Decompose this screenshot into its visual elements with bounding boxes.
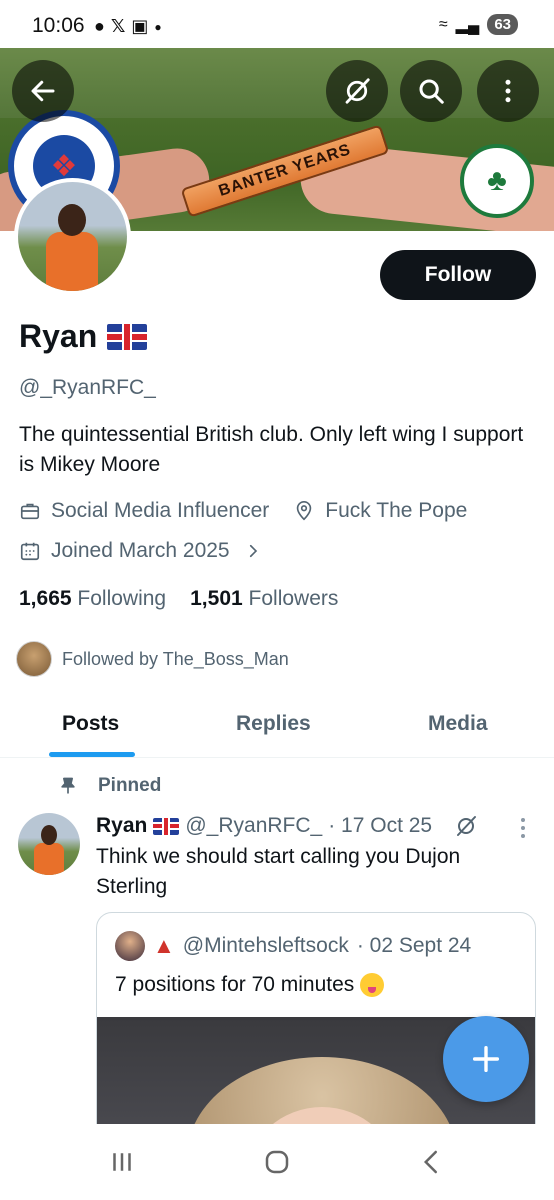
more-vertical-icon xyxy=(505,79,511,103)
compose-post-button[interactable] xyxy=(443,1016,529,1102)
profile-tabs: Posts Replies Media xyxy=(0,690,554,758)
post-author-name[interactable]: Ryan xyxy=(96,814,147,838)
signal-icon: ▂▄ xyxy=(455,16,480,34)
plus-icon xyxy=(472,1045,500,1073)
quoted-author-handle: @Mintehsleftsock xyxy=(182,934,349,957)
followed-by-row[interactable]: Followed by The_Boss_Man xyxy=(16,641,289,677)
profile-location: Fuck The Pope xyxy=(325,499,468,522)
dot-icon: ● xyxy=(154,19,162,34)
profile-joined: Joined March 2025 xyxy=(51,539,230,562)
tab-media[interactable]: Media xyxy=(428,712,488,736)
pinned-label-row: Pinned xyxy=(58,775,161,797)
status-bar: 10:06 ● 𝕏 ▣ ● ≈ ▂▄ 63 xyxy=(0,0,554,48)
back-arrow-icon xyxy=(31,80,55,102)
profile-avatar[interactable] xyxy=(14,178,131,295)
celtic-crest-logo: ♣ xyxy=(460,144,534,218)
post-author-handle[interactable]: @_RyanRFC_ xyxy=(185,814,322,838)
tower-emoji-icon: ▲ xyxy=(153,933,175,958)
followers-label: Followers xyxy=(248,587,339,610)
tab-posts[interactable]: Posts xyxy=(62,712,119,736)
followed-by-text: Followed by The_Boss_Man xyxy=(62,648,289,669)
quoted-post-text-row: 7 positions for 70 minutes xyxy=(115,973,385,997)
banner-background xyxy=(0,48,554,118)
grok-button[interactable] xyxy=(326,60,388,122)
profile-meta-row: Social Media Influencer Fuck The Pope xyxy=(19,499,467,523)
followers-link[interactable]: 1,501 Followers xyxy=(190,587,338,611)
pinned-label: Pinned xyxy=(98,775,162,796)
chevron-right-icon xyxy=(249,544,257,558)
profile-name: Ryan xyxy=(19,318,148,355)
home-button[interactable] xyxy=(257,1142,297,1182)
following-link[interactable]: 1,665 Following xyxy=(19,587,166,611)
display-name: Ryan xyxy=(19,318,98,354)
system-navigation-bar xyxy=(0,1124,554,1200)
battery-indicator: 63 xyxy=(487,14,518,35)
briefcase-icon xyxy=(20,503,40,520)
follow-counts: 1,665 Following 1,501 Followers xyxy=(19,587,338,611)
active-tab-indicator xyxy=(49,752,135,757)
post-date: · 17 Oct 25 xyxy=(328,814,433,837)
following-count: 1,665 xyxy=(19,587,72,610)
back-button[interactable] xyxy=(12,60,74,122)
follow-button[interactable]: Follow xyxy=(380,250,536,300)
avatar-image xyxy=(18,182,127,291)
message-icon: ● xyxy=(94,16,105,36)
screenshot-icon: ▣ xyxy=(131,16,149,36)
post-header: Ryan @_RyanRFC_ · 17 Oct 25 xyxy=(96,814,478,838)
quoted-post-date: · 02 Sept 24 xyxy=(356,934,472,957)
calendar-icon xyxy=(20,542,40,561)
quoted-post-text: 7 positions for 70 minutes xyxy=(115,973,355,996)
pin-icon xyxy=(61,777,75,794)
profile-handle: @_RyanRFC_ xyxy=(19,376,156,399)
post-author-avatar[interactable] xyxy=(18,813,80,875)
followers-count: 1,501 xyxy=(190,587,243,610)
uk-flag-icon xyxy=(107,323,148,350)
more-options-button[interactable] xyxy=(477,60,539,122)
post-text: Think we should start calling you Dujon … xyxy=(96,845,461,898)
grok-icon xyxy=(345,78,370,104)
tab-replies[interactable]: Replies xyxy=(236,712,311,736)
profile-bio: The quintessential British club. Only le… xyxy=(19,423,524,476)
recents-button[interactable] xyxy=(102,1142,142,1182)
system-back-button[interactable] xyxy=(412,1142,452,1182)
post-more-button[interactable] xyxy=(516,814,530,842)
location-pin-icon xyxy=(297,501,312,521)
search-button[interactable] xyxy=(400,60,462,122)
system-icons: ≈ ▂▄ 63 xyxy=(439,14,518,35)
following-label: Following xyxy=(77,587,167,610)
notification-icons: ● 𝕏 ▣ ● xyxy=(94,16,162,37)
quoted-post-header: ▲ @Mintehsleftsock · 02 Sept 24 xyxy=(115,931,471,961)
profile-job: Social Media Influencer xyxy=(51,499,270,522)
back-icon xyxy=(423,1150,437,1174)
recents-icon xyxy=(113,1153,131,1171)
status-time: 10:06 xyxy=(32,14,85,37)
follower-avatar xyxy=(16,641,52,677)
x-app-icon: 𝕏 xyxy=(110,16,126,36)
uk-flag-icon xyxy=(153,817,180,835)
quoted-author-avatar xyxy=(115,931,145,961)
wifi-icon: ≈ xyxy=(438,15,448,33)
grok-icon[interactable] xyxy=(454,814,478,838)
home-icon xyxy=(265,1150,289,1174)
profile-joined-row[interactable]: Joined March 2025 xyxy=(19,539,262,563)
zany-face-emoji-icon xyxy=(360,973,385,997)
search-icon xyxy=(419,79,444,104)
